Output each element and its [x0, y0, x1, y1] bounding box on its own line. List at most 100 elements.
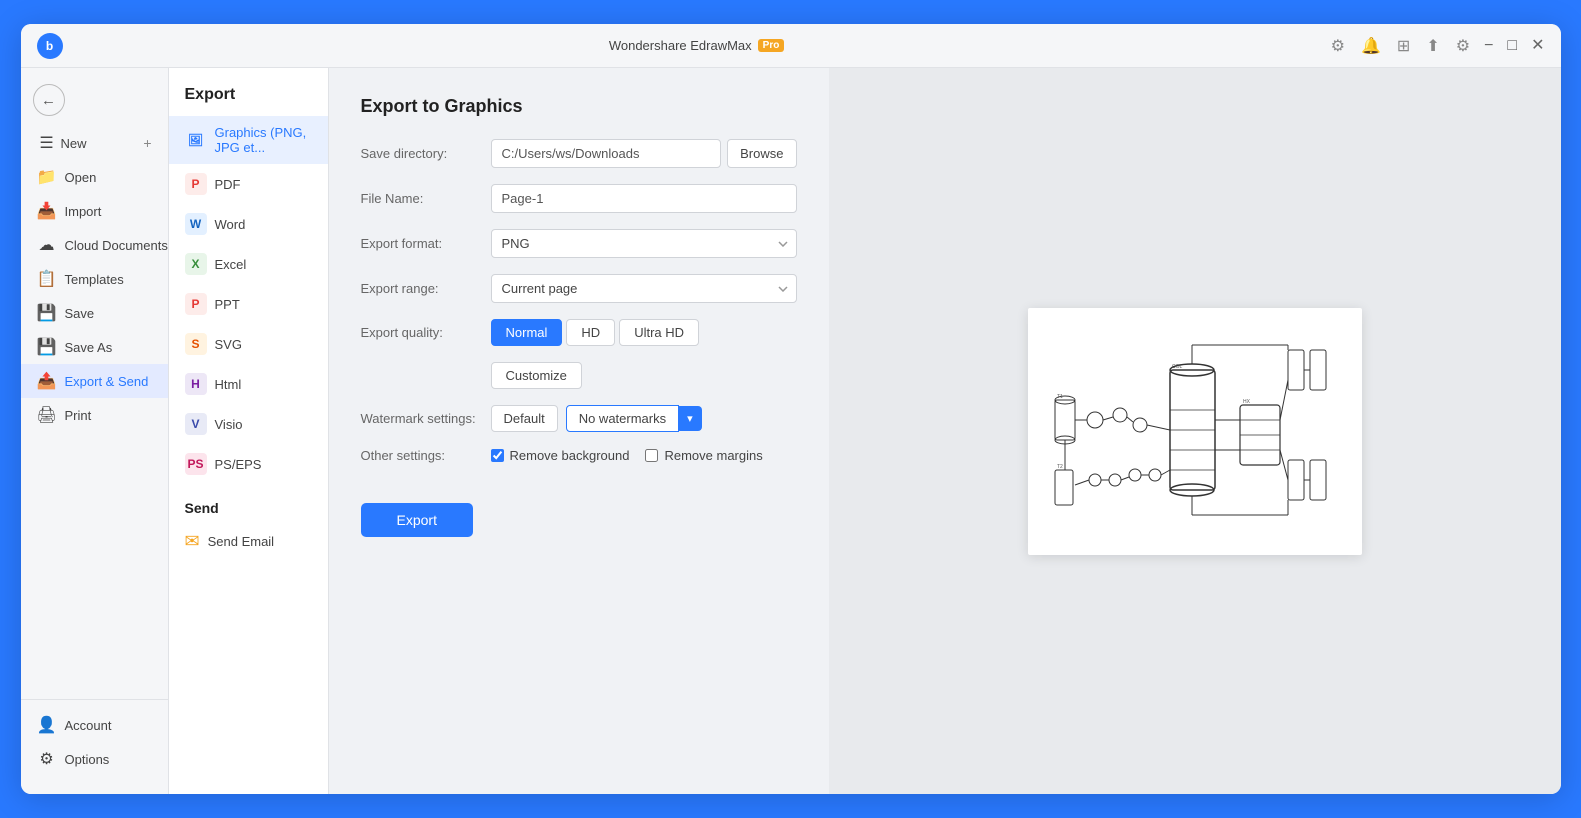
- minimize-button[interactable]: −: [1484, 38, 1493, 54]
- html-format-label: Html: [215, 377, 242, 392]
- export-icon: 📤: [37, 371, 57, 391]
- export-format-pseps[interactable]: PS PS/EPS: [169, 444, 328, 484]
- sidebar-item-cloud[interactable]: ☁ Cloud Documents: [21, 228, 168, 262]
- sidebar-bottom: 👤 Account ⚙ Options: [21, 699, 168, 784]
- export-format-word[interactable]: W Word: [169, 204, 328, 244]
- notification-icon[interactable]: 🔔: [1361, 36, 1381, 56]
- export-panel: Export 🖼 Graphics (PNG, JPG et... P PDF …: [169, 68, 329, 794]
- save-directory-label: Save directory:: [361, 146, 491, 161]
- pdf-format-icon: P: [185, 173, 207, 195]
- save-directory-input-group: Browse: [491, 139, 797, 168]
- remove-margins-checkbox[interactable]: [645, 449, 658, 462]
- ppt-format-label: PPT: [215, 297, 240, 312]
- sidebar-item-print[interactable]: 🖨 Print: [21, 398, 168, 432]
- html-format-icon: H: [185, 373, 207, 395]
- title-bar: b Wondershare EdrawMax Pro ⚙ 🔔 ⊞ ⬆ ⚙ − □…: [21, 24, 1561, 68]
- visio-format-icon: V: [185, 413, 207, 435]
- remove-background-checkbox[interactable]: [491, 449, 504, 462]
- back-button[interactable]: ←: [33, 84, 65, 116]
- close-button[interactable]: ✕: [1531, 38, 1544, 54]
- export-format-select[interactable]: PNG JPG BMP GIF TIFF: [491, 229, 797, 258]
- sidebar-item-saveas[interactable]: 💾 Save As: [21, 330, 168, 364]
- sidebar-item-import-label: Import: [65, 204, 102, 219]
- new-plus-icon: +: [143, 135, 151, 151]
- file-name-input[interactable]: [491, 184, 797, 213]
- svg-format-icon: S: [185, 333, 207, 355]
- word-format-icon: W: [185, 213, 207, 235]
- no-watermarks-button[interactable]: No watermarks: [566, 405, 679, 432]
- sidebar-item-templates[interactable]: 📋 Templates: [21, 262, 168, 296]
- maximize-button[interactable]: □: [1507, 38, 1517, 54]
- svg-text:T1: T1: [1057, 394, 1063, 400]
- browse-button[interactable]: Browse: [727, 139, 796, 168]
- settings-icon[interactable]: ⚙: [1331, 36, 1345, 56]
- sidebar-top: ←: [21, 78, 168, 122]
- remove-background-text: Remove background: [510, 448, 630, 463]
- preview-card: T1 T2 COL HX: [1028, 308, 1362, 555]
- export-range-row: Export range: Current page All pages Sel…: [361, 274, 797, 303]
- send-title: Send: [169, 496, 328, 522]
- excel-format-icon: X: [185, 253, 207, 275]
- file-name-row: File Name:: [361, 184, 797, 213]
- quality-buttons: Normal HD Ultra HD: [491, 319, 797, 346]
- quality-ultrahd-button[interactable]: Ultra HD: [619, 319, 699, 346]
- preview-area: T1 T2 COL HX: [829, 68, 1561, 794]
- sidebar-item-export[interactable]: 📤 Export & Send: [21, 364, 168, 398]
- export-format-pdf[interactable]: P PDF: [169, 164, 328, 204]
- quality-hd-button[interactable]: HD: [566, 319, 615, 346]
- share-icon[interactable]: ⬆: [1426, 36, 1439, 56]
- export-format-excel[interactable]: X Excel: [169, 244, 328, 284]
- sidebar-item-new[interactable]: ☰ New +: [21, 126, 168, 160]
- excel-format-label: Excel: [215, 257, 247, 272]
- app-title: Wondershare EdrawMax: [609, 38, 752, 53]
- export-format-html[interactable]: H Html: [169, 364, 328, 404]
- sidebar: ← ☰ New + 📁 Open 📥 Import ☁ Cloud Docume…: [21, 68, 169, 794]
- sidebar-item-save-label: Save: [65, 306, 95, 321]
- visio-format-label: Visio: [215, 417, 243, 432]
- remove-background-label[interactable]: Remove background: [491, 448, 630, 463]
- watermark-default-button[interactable]: Default: [491, 405, 558, 432]
- checkbox-group: Remove background Remove margins: [491, 448, 797, 463]
- no-watermark-select-group: No watermarks ▾: [566, 405, 702, 432]
- sidebar-item-save[interactable]: 💾 Save: [21, 296, 168, 330]
- main-content: Export to Graphics Save directory: Brows…: [329, 68, 1561, 794]
- sidebar-item-new-label: New: [61, 136, 87, 151]
- sidebar-item-options[interactable]: ⚙ Options: [21, 742, 168, 776]
- other-settings-row: Other settings: Remove background Remove…: [361, 448, 797, 463]
- quality-normal-button[interactable]: Normal: [491, 319, 563, 346]
- send-section: Send ✉ Send Email: [169, 484, 328, 573]
- options-icon: ⚙: [37, 749, 57, 769]
- export-format-graphics[interactable]: 🖼 Graphics (PNG, JPG et...: [169, 116, 328, 164]
- import-icon: 📥: [37, 201, 57, 221]
- save-directory-input[interactable]: [491, 139, 722, 168]
- export-main: Export to Graphics Save directory: Brows…: [329, 68, 1561, 794]
- remove-margins-label[interactable]: Remove margins: [645, 448, 762, 463]
- no-watermarks-arrow[interactable]: ▾: [679, 406, 702, 431]
- export-format-ppt[interactable]: P PPT: [169, 284, 328, 324]
- sidebar-item-open[interactable]: 📁 Open: [21, 160, 168, 194]
- export-quality-row: Export quality: Normal HD Ultra HD: [361, 319, 797, 346]
- sidebar-item-account[interactable]: 👤 Account: [21, 708, 168, 742]
- watermark-settings-label: Watermark settings:: [361, 411, 491, 426]
- sidebar-item-cloud-label: Cloud Documents: [65, 238, 168, 253]
- account-icon: 👤: [37, 715, 57, 735]
- print-icon: 🖨: [37, 405, 57, 425]
- export-format-visio[interactable]: V Visio: [169, 404, 328, 444]
- help-icon[interactable]: ⚙: [1456, 36, 1470, 56]
- file-name-label: File Name:: [361, 191, 491, 206]
- other-settings-label: Other settings:: [361, 448, 491, 463]
- svg-text:HX: HX: [1243, 399, 1251, 405]
- customize-button[interactable]: Customize: [491, 362, 582, 389]
- export-format-svg[interactable]: S SVG: [169, 324, 328, 364]
- sidebar-item-templates-label: Templates: [65, 272, 124, 287]
- cloud-icon: ☁: [37, 235, 57, 255]
- toolbar-icons: ⚙ 🔔 ⊞ ⬆ ⚙: [1331, 36, 1470, 56]
- export-range-select[interactable]: Current page All pages Selected shapes: [491, 274, 797, 303]
- send-email-item[interactable]: ✉ Send Email: [169, 522, 328, 561]
- app-window: b Wondershare EdrawMax Pro ⚙ 🔔 ⊞ ⬆ ⚙ − □…: [21, 24, 1561, 794]
- apps-icon[interactable]: ⊞: [1397, 36, 1410, 56]
- export-button[interactable]: Export: [361, 503, 473, 537]
- svg-text:COL: COL: [1172, 364, 1183, 370]
- sidebar-item-import[interactable]: 📥 Import: [21, 194, 168, 228]
- save-directory-control: Browse: [491, 139, 797, 168]
